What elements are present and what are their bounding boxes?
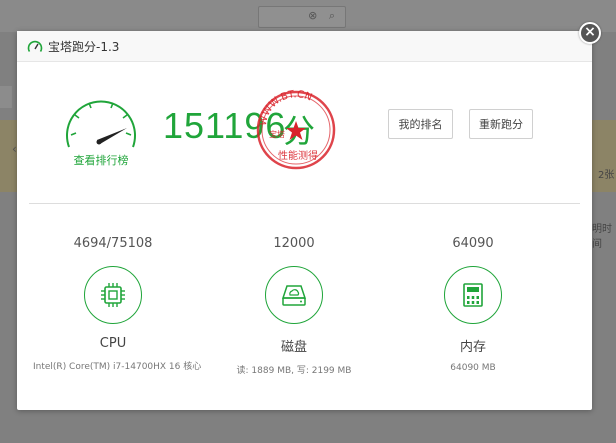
metric-value: 12000 — [273, 236, 315, 251]
cpu-icon — [101, 283, 125, 307]
background-topbar: ⊗ ⌕ — [0, 0, 616, 32]
metric-detail: 读: 1889 MB, 写: 2199 MB — [236, 366, 352, 376]
svg-text:宝塔: 宝塔 — [269, 129, 285, 139]
benchmark-dialog: 宝塔跑分-1.3 查看排行榜 151196 分 WWW.BT.CN 宝塔 性能测… — [17, 31, 592, 410]
dialog-title: 宝塔跑分-1.3 — [48, 40, 120, 54]
gauge-icon — [66, 100, 136, 148]
retest-button[interactable]: 重新跑分 — [469, 109, 533, 139]
speedometer-icon — [27, 40, 43, 52]
metric-value: 4694/75108 — [73, 236, 153, 251]
close-button[interactable]: × — [579, 22, 601, 44]
divider — [29, 203, 580, 204]
metric-disk: 12000 磁盘 读: 1889 MB, 写: 2199 MB — [214, 236, 374, 376]
metric-detail: 64090 MB — [450, 363, 496, 373]
svg-text:性能测得: 性能测得 — [278, 149, 318, 162]
bt-seal-stamp: WWW.BT.CN 宝塔 性能测得 — [256, 89, 336, 170]
metric-icon-circle — [265, 266, 323, 324]
metric-label: CPU — [99, 336, 127, 351]
metric-icon-circle — [84, 266, 142, 324]
svg-text:WWW.BT.CN: WWW.BT.CN — [258, 89, 314, 127]
background-search-icons: ⊗ ⌕ — [308, 9, 339, 22]
background-search-box: ⊗ ⌕ — [258, 6, 346, 28]
metric-label: 内存 — [459, 340, 486, 355]
my-rank-button[interactable]: 我的排名 — [388, 109, 453, 139]
memory-icon — [463, 283, 483, 307]
metric-icon-circle — [444, 266, 502, 324]
metric-label: 磁盘 — [280, 340, 307, 355]
background-text: 2张 — [598, 170, 615, 181]
view-leaderboard-link[interactable]: 查看排行榜 — [61, 152, 141, 168]
metric-memory: 64090 内存 64090 MB — [393, 236, 553, 373]
disk-icon — [281, 285, 307, 306]
dialog-header: 宝塔跑分-1.3 — [17, 31, 592, 62]
metric-value: 64090 — [452, 236, 494, 251]
metric-cpu: 4694/75108 CPU Intel(R) Core(TM) i7-1470… — [33, 236, 202, 372]
background-notice-strip-right — [592, 120, 616, 192]
metric-detail: Intel(R) Core(TM) i7-14700HX 16 核心 — [33, 362, 202, 372]
background-text: 明时间 — [592, 224, 612, 250]
background-left-block — [0, 86, 12, 108]
